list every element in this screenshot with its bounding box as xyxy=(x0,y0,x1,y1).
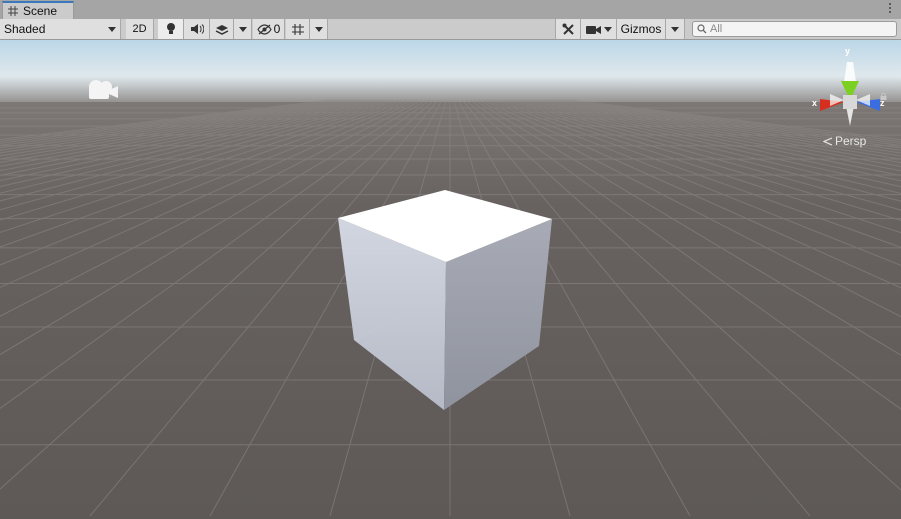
scene-viewport[interactable]: y x z Persp xyxy=(0,40,901,517)
light-bulb-icon xyxy=(166,23,175,34)
lock-icon[interactable] xyxy=(880,93,887,100)
tools-button[interactable] xyxy=(555,19,581,39)
tab-scene[interactable]: Scene xyxy=(2,1,74,19)
draw-mode-dropdown[interactable]: Shaded xyxy=(0,19,121,39)
scene-visibility-toggle[interactable]: 0 xyxy=(253,19,285,39)
chevron-down-icon xyxy=(238,26,247,32)
camera-settings-button[interactable] xyxy=(581,19,617,39)
kebab-menu-icon[interactable] xyxy=(889,3,893,13)
speaker-icon xyxy=(190,24,204,34)
scene-toolbar: Shaded 2D 0 Gizmos All xyxy=(0,19,901,40)
axis-y-label: y xyxy=(845,46,851,56)
projection-toggle[interactable]: Persp xyxy=(823,134,866,148)
search-input[interactable] xyxy=(707,23,890,35)
axis-x-label: x xyxy=(812,98,818,108)
chevron-down-icon xyxy=(671,26,679,32)
search-icon xyxy=(697,24,707,34)
draw-mode-label: Shaded xyxy=(4,22,46,36)
chevron-down-icon xyxy=(314,26,323,32)
toggle-2d-button[interactable]: 2D xyxy=(126,19,154,39)
lighting-toggle-button[interactable] xyxy=(158,19,184,39)
gizmos-button[interactable]: Gizmos xyxy=(617,19,666,39)
gizmos-label: Gizmos xyxy=(620,22,662,36)
scene-render xyxy=(0,40,901,517)
audio-toggle-button[interactable] xyxy=(184,19,210,39)
chevron-down-icon xyxy=(603,26,612,32)
chevron-down-icon xyxy=(108,26,116,32)
projection-label: Persp xyxy=(835,134,867,148)
toggle-2d-label: 2D xyxy=(132,23,147,35)
grid-icon xyxy=(8,6,18,16)
hidden-eye-icon xyxy=(256,23,272,35)
hidden-count: 0 xyxy=(273,22,281,36)
tools-icon xyxy=(562,23,574,35)
gizmos-dropdown[interactable] xyxy=(666,19,685,39)
camera-icon xyxy=(585,25,601,34)
grid-dropdown[interactable] xyxy=(310,19,328,39)
tab-bar: Scene xyxy=(0,0,901,20)
effects-toggle-button[interactable] xyxy=(210,19,234,39)
grid-toggle-button[interactable] xyxy=(286,19,310,39)
perspective-icon xyxy=(823,136,833,146)
tab-label: Scene xyxy=(23,4,58,18)
search-box[interactable] xyxy=(692,21,897,37)
grid-snap-icon xyxy=(291,23,304,35)
effects-dropdown[interactable] xyxy=(234,19,252,39)
layers-effects-icon xyxy=(215,24,228,35)
